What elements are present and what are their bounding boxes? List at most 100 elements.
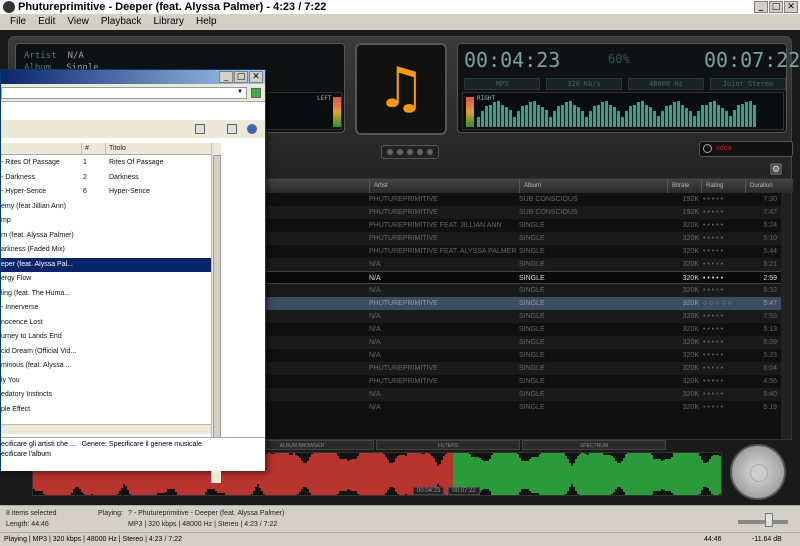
spectrum-bar: [589, 111, 592, 127]
list-item[interactable]: ple Effect: [1, 403, 211, 417]
waveform-bar: [681, 453, 683, 495]
list-item[interactable]: arkness (Faded Mix): [1, 243, 211, 257]
bitrate-cell: 320K: [682, 378, 699, 385]
list-scrollbar[interactable]: [781, 193, 791, 439]
list-item[interactable]: - Darkness 2 Darkness: [1, 171, 211, 185]
dialog-scroll-thumb[interactable]: [213, 155, 221, 455]
tab-spectrum[interactable]: SPECTRUM: [522, 440, 666, 450]
volume-thumb[interactable]: [765, 513, 773, 527]
list-item[interactable]: eper (feat. Alyssa Pal...: [1, 257, 211, 272]
album-cell: SINGLE: [519, 391, 545, 398]
list-item[interactable]: cid Dream (Official Vid...: [1, 345, 211, 359]
dialog-scrollbar[interactable]: [211, 143, 221, 483]
list-item[interactable]: minous (feat. Alyssa ...: [1, 359, 211, 373]
page-dot[interactable]: [397, 149, 403, 155]
list-item[interactable]: rn (feat. Alyssa Palmer): [1, 229, 211, 243]
total-length: Length: 44:46: [6, 521, 49, 528]
page-dot[interactable]: [427, 149, 433, 155]
volume-slider[interactable]: [738, 520, 788, 524]
page-dot[interactable]: [417, 149, 423, 155]
item-number: 2: [83, 173, 87, 181]
duration-cell: 5:23: [763, 352, 777, 359]
menu-library[interactable]: Library: [153, 14, 184, 30]
waveform-bar: [719, 456, 721, 494]
list-item[interactable]: - Hyper-Sence 6 Hyper-Sence: [1, 185, 211, 199]
spectrum-bar: [585, 117, 588, 127]
header-number[interactable]: #: [81, 143, 105, 155]
waveform-bar: [281, 453, 283, 495]
path-dropdown[interactable]: [1, 87, 247, 99]
waveform-bar: [323, 453, 325, 495]
album-art[interactable]: ♫: [355, 43, 447, 135]
settings-wrench-icon[interactable]: ⚙: [770, 163, 782, 175]
waveform-bar: [695, 453, 697, 495]
spectrum-bar: [553, 111, 556, 127]
header-rating[interactable]: Rating: [701, 179, 745, 193]
header-bitrate[interactable]: Bitrate: [667, 179, 701, 193]
dialog-maximize-button[interactable]: □: [234, 71, 248, 83]
play-knob[interactable]: [730, 444, 786, 500]
list-item[interactable]: ly You: [1, 374, 211, 388]
waveform-bar: [355, 459, 357, 491]
dialog-close-button[interactable]: ✕: [249, 71, 263, 83]
header-duration[interactable]: Duration: [745, 179, 785, 193]
waveform-bar: [321, 453, 323, 495]
menu-help[interactable]: Help: [196, 14, 217, 30]
rating-cell: • • • • •: [703, 404, 724, 411]
list-item[interactable]: - Innerverse: [1, 301, 211, 315]
menu-edit[interactable]: Edit: [38, 14, 55, 30]
window-titlebar: Phutureprimitive - Deeper (feat. Alyssa …: [0, 0, 800, 14]
list-item[interactable]: - Rites Of Passage 1 Rites Of Passage: [1, 156, 211, 170]
menu-view[interactable]: View: [67, 14, 89, 30]
tab-filters[interactable]: FILTERS: [376, 440, 520, 450]
window-icon[interactable]: [227, 124, 237, 134]
menu-file[interactable]: File: [10, 14, 26, 30]
maximize-button[interactable]: □: [769, 1, 783, 13]
list-item[interactable]: urney to Lands End: [1, 330, 211, 344]
album-cell: SINGLE: [519, 235, 545, 242]
item-name: - Innerverse: [1, 304, 39, 311]
duration-cell: 5:21: [763, 261, 777, 268]
help-icon[interactable]: [247, 124, 257, 134]
waveform-bar: [659, 459, 661, 491]
left-level-meter: [333, 97, 341, 127]
waveform-bar: [347, 461, 349, 489]
waveform-bar: [639, 453, 641, 495]
minimize-button[interactable]: _: [754, 1, 768, 13]
waveform-bar: [655, 459, 657, 491]
spectrum-bar: [533, 101, 536, 127]
right-level-meter: [466, 97, 474, 127]
waveform-bar: [563, 453, 565, 495]
list-item[interactable]: nocence Lost: [1, 316, 211, 330]
list-item[interactable]: mp: [1, 214, 211, 228]
list-item[interactable]: ling (feat. The Huma...: [1, 287, 211, 301]
list-item[interactable]: emy (feat Jillian Ann): [1, 200, 211, 214]
item-name: ple Effect: [1, 405, 31, 413]
spectrum-bar: [621, 117, 624, 127]
header-album[interactable]: Album: [519, 179, 667, 193]
spectrum-bar: [577, 107, 580, 127]
waveform-bar: [583, 453, 585, 495]
page-dot[interactable]: [407, 149, 413, 155]
search-input[interactable]: adoa: [699, 141, 793, 157]
waveform-bar: [389, 463, 391, 487]
close-button[interactable]: ✕: [784, 1, 798, 13]
dialog-hscrollbar[interactable]: [1, 424, 211, 434]
waveform-bar: [401, 455, 403, 495]
waveform-bar: [561, 453, 563, 495]
spectrum-bar: [665, 106, 668, 127]
list-item[interactable]: edatory Instincts: [1, 388, 211, 402]
waveform-bar: [575, 459, 577, 491]
menu-playback[interactable]: Playback: [101, 14, 142, 30]
header-artist[interactable]: Artist: [369, 179, 519, 193]
list-item[interactable]: ergy Flow: [1, 272, 211, 286]
view-icon[interactable]: [195, 124, 205, 134]
spectrum-bar: [613, 107, 616, 127]
waveform-bar: [393, 462, 395, 488]
dialog-minimize-button[interactable]: _: [219, 71, 233, 83]
go-icon[interactable]: [251, 88, 261, 98]
header-title[interactable]: Titolo: [105, 143, 211, 155]
waveform-bar: [295, 455, 297, 495]
waveform-bar: [527, 461, 529, 489]
page-dot[interactable]: [387, 149, 393, 155]
